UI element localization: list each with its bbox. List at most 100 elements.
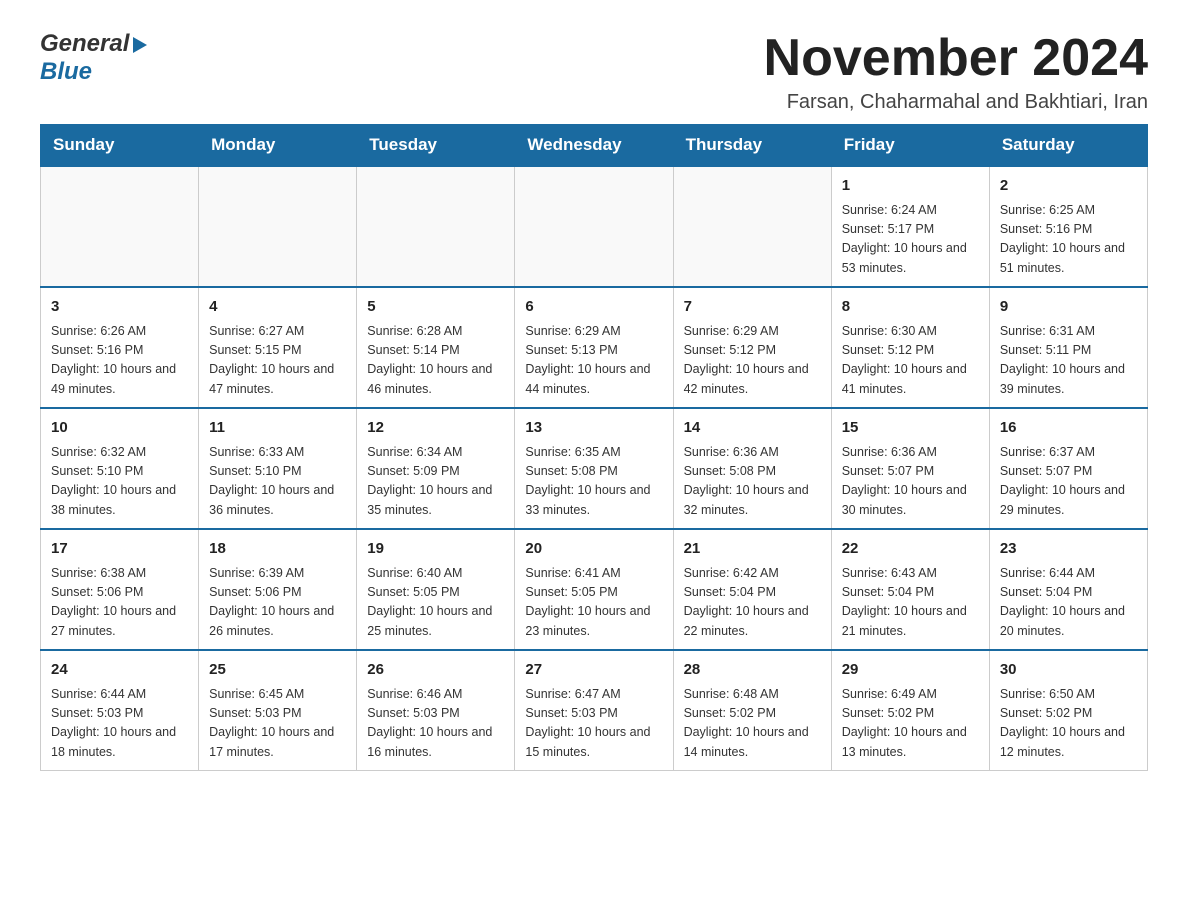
calendar-cell (199, 166, 357, 287)
calendar-cell: 4 Sunrise: 6:27 AM Sunset: 5:15 PM Daylig… (199, 287, 357, 408)
day-number: 29 (842, 659, 979, 682)
day-info: Sunrise: 6:47 AM Sunset: 5:03 PM Dayligh… (525, 685, 662, 763)
day-number: 25 (209, 659, 346, 682)
day-info: Sunrise: 6:37 AM Sunset: 5:07 PM Dayligh… (1000, 443, 1137, 521)
calendar-cell: 17 Sunrise: 6:38 AM Sunset: 5:06 PM Dayli… (41, 529, 199, 650)
day-info: Sunrise: 6:34 AM Sunset: 5:09 PM Dayligh… (367, 443, 504, 521)
day-number: 27 (525, 659, 662, 682)
day-header-monday: Monday (199, 125, 357, 167)
calendar-cell: 29 Sunrise: 6:49 AM Sunset: 5:02 PM Dayli… (831, 650, 989, 771)
day-info: Sunrise: 6:42 AM Sunset: 5:04 PM Dayligh… (684, 564, 821, 642)
day-info: Sunrise: 6:35 AM Sunset: 5:08 PM Dayligh… (525, 443, 662, 521)
day-number: 5 (367, 296, 504, 319)
calendar-cell (673, 166, 831, 287)
calendar-cell: 8 Sunrise: 6:30 AM Sunset: 5:12 PM Daylig… (831, 287, 989, 408)
calendar-cell (357, 166, 515, 287)
calendar-cell: 11Sunrise: 6:33 AM Sunset: 5:10 PM Dayli… (199, 408, 357, 529)
day-info: Sunrise: 6:46 AM Sunset: 5:03 PM Dayligh… (367, 685, 504, 763)
day-info: Sunrise: 6:49 AM Sunset: 5:02 PM Dayligh… (842, 685, 979, 763)
calendar-cell: 7 Sunrise: 6:29 AM Sunset: 5:12 PM Daylig… (673, 287, 831, 408)
day-header-saturday: Saturday (989, 125, 1147, 167)
calendar-cell: 6Sunrise: 6:29 AM Sunset: 5:13 PM Daylig… (515, 287, 673, 408)
day-info: Sunrise: 6:30 AM Sunset: 5:12 PM Dayligh… (842, 322, 979, 400)
day-info: Sunrise: 6:45 AM Sunset: 5:03 PM Dayligh… (209, 685, 346, 763)
day-header-thursday: Thursday (673, 125, 831, 167)
calendar-cell: 23 Sunrise: 6:44 AM Sunset: 5:04 PM Dayli… (989, 529, 1147, 650)
day-info: Sunrise: 6:38 AM Sunset: 5:06 PM Dayligh… (51, 564, 188, 642)
logo-arrow-icon (133, 37, 147, 53)
day-info: Sunrise: 6:36 AM Sunset: 5:08 PM Dayligh… (684, 443, 821, 521)
logo-blue-text: Blue (40, 58, 92, 85)
day-number: 8 (842, 296, 979, 319)
day-number: 28 (684, 659, 821, 682)
day-number: 21 (684, 538, 821, 561)
calendar-cell: 22 Sunrise: 6:43 AM Sunset: 5:04 PM Dayli… (831, 529, 989, 650)
calendar-cell: 30 Sunrise: 6:50 AM Sunset: 5:02 PM Dayli… (989, 650, 1147, 771)
calendar-cell: 12Sunrise: 6:34 AM Sunset: 5:09 PM Dayli… (357, 408, 515, 529)
calendar-cell (41, 166, 199, 287)
calendar-cell: 14 Sunrise: 6:36 AM Sunset: 5:08 PM Dayli… (673, 408, 831, 529)
day-number: 13 (525, 417, 662, 440)
day-info: Sunrise: 6:26 AM Sunset: 5:16 PM Dayligh… (51, 322, 188, 400)
day-info: Sunrise: 6:29 AM Sunset: 5:12 PM Dayligh… (684, 322, 821, 400)
calendar-header-row: SundayMondayTuesdayWednesdayThursdayFrid… (41, 125, 1148, 167)
calendar-cell: 27 Sunrise: 6:47 AM Sunset: 5:03 PM Dayli… (515, 650, 673, 771)
day-info: Sunrise: 6:31 AM Sunset: 5:11 PM Dayligh… (1000, 322, 1137, 400)
day-info: Sunrise: 6:44 AM Sunset: 5:04 PM Dayligh… (1000, 564, 1137, 642)
day-number: 11 (209, 417, 346, 440)
day-number: 15 (842, 417, 979, 440)
day-number: 30 (1000, 659, 1137, 682)
calendar-cell: 21 Sunrise: 6:42 AM Sunset: 5:04 PM Dayli… (673, 529, 831, 650)
day-header-sunday: Sunday (41, 125, 199, 167)
page-header: General Blue November 2024 Farsan, Chaha… (40, 30, 1148, 114)
calendar-cell: 18Sunrise: 6:39 AM Sunset: 5:06 PM Dayli… (199, 529, 357, 650)
calendar-cell: 15 Sunrise: 6:36 AM Sunset: 5:07 PM Dayli… (831, 408, 989, 529)
calendar-cell: 24Sunrise: 6:44 AM Sunset: 5:03 PM Dayli… (41, 650, 199, 771)
day-number: 10 (51, 417, 188, 440)
calendar-cell: 10 Sunrise: 6:32 AM Sunset: 5:10 PM Dayli… (41, 408, 199, 529)
day-info: Sunrise: 6:27 AM Sunset: 5:15 PM Dayligh… (209, 322, 346, 400)
day-info: Sunrise: 6:28 AM Sunset: 5:14 PM Dayligh… (367, 322, 504, 400)
title-area: November 2024 Farsan, Chaharmahal and Ba… (764, 30, 1148, 114)
day-info: Sunrise: 6:32 AM Sunset: 5:10 PM Dayligh… (51, 443, 188, 521)
calendar-cell: 28 Sunrise: 6:48 AM Sunset: 5:02 PM Dayli… (673, 650, 831, 771)
day-number: 22 (842, 538, 979, 561)
day-info: Sunrise: 6:24 AM Sunset: 5:17 PM Dayligh… (842, 201, 979, 279)
day-info: Sunrise: 6:43 AM Sunset: 5:04 PM Dayligh… (842, 564, 979, 642)
month-title: November 2024 (764, 30, 1148, 87)
calendar-week-row: 1Sunrise: 6:24 AM Sunset: 5:17 PM Daylig… (41, 166, 1148, 287)
day-number: 18 (209, 538, 346, 561)
day-info: Sunrise: 6:41 AM Sunset: 5:05 PM Dayligh… (525, 564, 662, 642)
day-number: 9 (1000, 296, 1137, 319)
day-info: Sunrise: 6:48 AM Sunset: 5:02 PM Dayligh… (684, 685, 821, 763)
calendar-week-row: 24Sunrise: 6:44 AM Sunset: 5:03 PM Dayli… (41, 650, 1148, 771)
calendar-week-row: 10 Sunrise: 6:32 AM Sunset: 5:10 PM Dayli… (41, 408, 1148, 529)
calendar-cell: 1Sunrise: 6:24 AM Sunset: 5:17 PM Daylig… (831, 166, 989, 287)
calendar-cell (515, 166, 673, 287)
day-number: 17 (51, 538, 188, 561)
calendar-cell: 13 Sunrise: 6:35 AM Sunset: 5:08 PM Dayli… (515, 408, 673, 529)
calendar-cell: 26Sunrise: 6:46 AM Sunset: 5:03 PM Dayli… (357, 650, 515, 771)
day-number: 14 (684, 417, 821, 440)
day-number: 3 (51, 296, 188, 319)
calendar-cell: 19Sunrise: 6:40 AM Sunset: 5:05 PM Dayli… (357, 529, 515, 650)
day-number: 24 (51, 659, 188, 682)
calendar-table: SundayMondayTuesdayWednesdayThursdayFrid… (40, 124, 1148, 771)
calendar-cell: 25 Sunrise: 6:45 AM Sunset: 5:03 PM Dayli… (199, 650, 357, 771)
calendar-cell: 16 Sunrise: 6:37 AM Sunset: 5:07 PM Dayli… (989, 408, 1147, 529)
day-info: Sunrise: 6:25 AM Sunset: 5:16 PM Dayligh… (1000, 201, 1137, 279)
day-header-wednesday: Wednesday (515, 125, 673, 167)
day-header-friday: Friday (831, 125, 989, 167)
day-number: 23 (1000, 538, 1137, 561)
calendar-cell: 9 Sunrise: 6:31 AM Sunset: 5:11 PM Daylig… (989, 287, 1147, 408)
day-number: 16 (1000, 417, 1137, 440)
day-number: 7 (684, 296, 821, 319)
day-info: Sunrise: 6:50 AM Sunset: 5:02 PM Dayligh… (1000, 685, 1137, 763)
day-number: 2 (1000, 175, 1137, 198)
day-number: 4 (209, 296, 346, 319)
day-info: Sunrise: 6:36 AM Sunset: 5:07 PM Dayligh… (842, 443, 979, 521)
day-info: Sunrise: 6:29 AM Sunset: 5:13 PM Dayligh… (525, 322, 662, 400)
day-number: 19 (367, 538, 504, 561)
calendar-cell: 20Sunrise: 6:41 AM Sunset: 5:05 PM Dayli… (515, 529, 673, 650)
logo-general-text: General (40, 30, 129, 58)
